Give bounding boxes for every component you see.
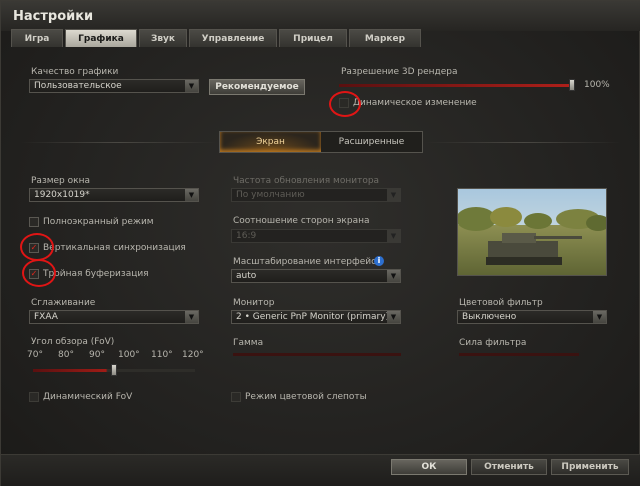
cancel-button[interactable]: Отменить: [471, 459, 547, 475]
quality-dropdown[interactable]: Пользовательское ▼: [29, 79, 199, 93]
highlight-circle: [22, 259, 56, 287]
footer-bar: ОК Отменить Применить: [1, 454, 640, 486]
chevron-down-icon: ▼: [593, 311, 606, 323]
monitor-dropdown[interactable]: 2 • Generic PnP Monitor (primary) ▼: [231, 310, 401, 324]
monitor-value: 2 • Generic PnP Monitor (primary): [236, 312, 390, 322]
quality-label: Качество графики: [31, 67, 119, 77]
vsync-label: Вертикальная синхронизация: [43, 243, 186, 253]
tab-sound[interactable]: Звук: [139, 29, 187, 47]
fov-tick: 100°: [118, 350, 140, 360]
window-size-label: Размер окна: [31, 176, 90, 186]
tank-scene-illustration: [458, 189, 606, 275]
quality-value: Пользовательское: [34, 81, 122, 91]
display-subtabs: Экран Расширенные: [219, 131, 423, 153]
monitor-label: Монитор: [233, 298, 275, 308]
tab-game[interactable]: Игра: [11, 29, 63, 47]
fov-tick: 120°: [182, 350, 204, 360]
resolution3d-label: Разрешение 3D рендера: [341, 67, 458, 77]
tab-sight[interactable]: Прицел: [279, 29, 347, 47]
refresh-rate-label: Частота обновления монитора: [233, 176, 380, 186]
chevron-down-icon: ▼: [387, 270, 400, 282]
triple-buffer-label: Тройная буферизация: [43, 269, 149, 279]
aspect-ratio-dropdown: 16:9 ▼: [231, 229, 401, 243]
antialias-dropdown[interactable]: FXAA ▼: [29, 310, 199, 324]
colorblind-checkbox[interactable]: [231, 392, 241, 402]
divider-left: [21, 142, 217, 143]
title-bar: Настройки: [1, 1, 640, 31]
refresh-rate-value: По умолчанию: [236, 190, 305, 200]
highlight-circle: [20, 233, 54, 261]
chevron-down-icon: ▼: [387, 230, 400, 242]
fullscreen-label: Полноэкранный режим: [43, 217, 154, 227]
subtab-screen[interactable]: Экран: [220, 132, 321, 152]
recommended-button[interactable]: Рекомендуемое: [209, 79, 305, 95]
tab-graphics[interactable]: Графика: [65, 29, 137, 47]
color-filter-value: Выключено: [462, 312, 517, 322]
resolution3d-value: 100%: [584, 80, 610, 90]
fov-tick: 70°: [27, 350, 43, 360]
fov-tick: 110°: [151, 350, 173, 360]
fov-tick: 90°: [89, 350, 105, 360]
resolution3d-slider-track[interactable]: [339, 84, 575, 87]
color-filter-dropdown[interactable]: Выключено ▼: [457, 310, 607, 324]
colorblind-label: Режим цветовой слепоты: [245, 392, 367, 402]
tab-marker[interactable]: Маркер: [349, 29, 421, 47]
subtab-advanced[interactable]: Расширенные: [321, 132, 422, 152]
window-size-value: 1920x1019*: [34, 190, 90, 200]
ui-scale-value: auto: [236, 271, 257, 281]
fov-slider-thumb[interactable]: [111, 364, 117, 376]
chevron-down-icon: ▼: [387, 189, 400, 201]
refresh-rate-dropdown: По умолчанию ▼: [231, 188, 401, 202]
settings-window: Настройки Игра Графика Звук Управление П…: [0, 0, 640, 486]
chevron-down-icon: ▼: [185, 311, 198, 323]
fov-tick: 80°: [58, 350, 74, 360]
window-size-dropdown[interactable]: 1920x1019* ▼: [29, 188, 199, 202]
antialias-label: Сглаживание: [31, 298, 96, 308]
ui-scale-dropdown[interactable]: auto ▼: [231, 269, 401, 283]
filter-strength-label: Сила фильтра: [459, 338, 527, 348]
chevron-down-icon: ▼: [185, 189, 198, 201]
divider-right: [425, 142, 621, 143]
main-tabs: Игра Графика Звук Управление Прицел Марк…: [11, 29, 423, 47]
fov-label: Угол обзора (FoV): [31, 337, 115, 347]
aspect-ratio-label: Соотношение сторон экрана: [233, 216, 370, 226]
dynamic-fov-label: Динамический FoV: [43, 392, 133, 402]
resolution3d-slider-thumb[interactable]: [569, 79, 575, 91]
gamma-label: Гамма: [233, 338, 264, 348]
apply-button[interactable]: Применить: [551, 459, 629, 475]
dynamic-resolution-label: Динамическое изменение: [353, 98, 477, 108]
gamma-slider-track[interactable]: [233, 353, 401, 356]
color-filter-label: Цветовой фильтр: [459, 298, 543, 308]
info-icon[interactable]: i: [374, 256, 384, 266]
window-title: Настройки: [13, 9, 94, 24]
fullscreen-checkbox[interactable]: [29, 217, 39, 227]
antialias-value: FXAA: [34, 312, 58, 322]
ok-button[interactable]: ОК: [391, 459, 467, 475]
aspect-ratio-value: 16:9: [236, 231, 257, 241]
tab-controls[interactable]: Управление: [189, 29, 277, 47]
dynamic-fov-checkbox[interactable]: [29, 392, 39, 402]
chevron-down-icon: ▼: [387, 311, 400, 323]
graphics-preview-image: [457, 188, 607, 276]
highlight-circle: [329, 91, 361, 117]
chevron-down-icon: ▼: [185, 80, 198, 92]
ui-scale-label: Масштабирование интерфейса: [233, 257, 382, 267]
filter-strength-slider-track[interactable]: [459, 353, 579, 356]
